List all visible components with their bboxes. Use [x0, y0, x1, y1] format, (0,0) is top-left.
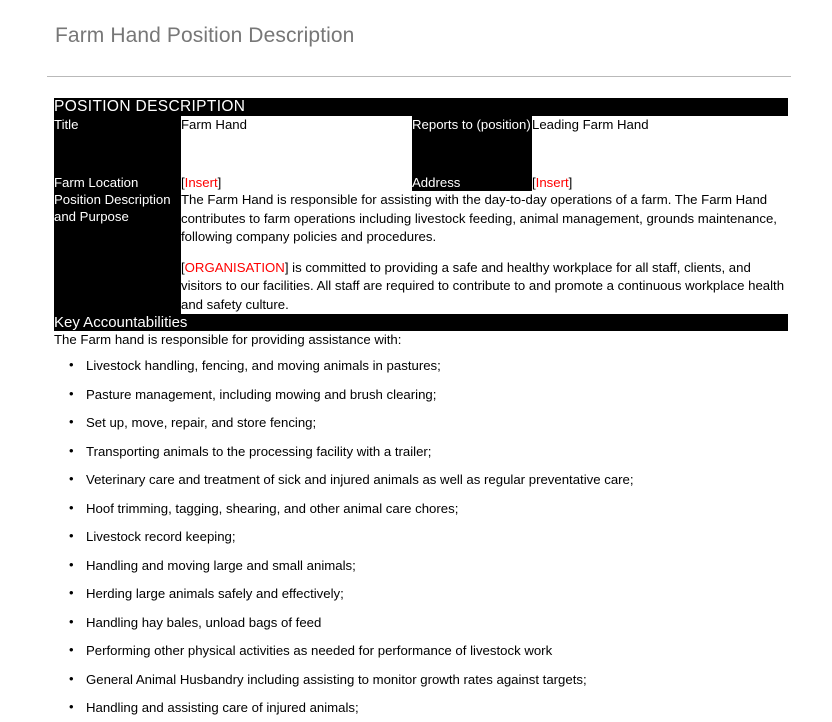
- title-label: Title: [54, 116, 181, 174]
- title-value[interactable]: Farm Hand: [181, 116, 412, 174]
- placeholder-organisation[interactable]: [ORGANISATION]: [181, 260, 288, 275]
- list-item: Set up, move, repair, and store fencing;: [69, 413, 788, 431]
- purpose-value[interactable]: The Farm Hand is responsible for assisti…: [181, 191, 788, 314]
- title-divider: [47, 76, 791, 77]
- list-item: Transporting animals to the processing f…: [69, 442, 788, 460]
- list-item: Handling and moving large and small anim…: [69, 556, 788, 574]
- list-item: Herding large animals safely and effecti…: [69, 584, 788, 602]
- page-title: Farm Hand Position Description: [55, 24, 355, 47]
- document-page: Farm Hand Position Description POSITION …: [0, 0, 832, 722]
- list-item: Performing other physical activities as …: [69, 641, 788, 659]
- list-item: Livestock record keeping;: [69, 527, 788, 545]
- address-value[interactable]: [Insert]: [532, 174, 788, 191]
- table-row: Farm Location [Insert] Address [Insert]: [54, 174, 788, 191]
- table-row: Position Description and Purpose The Far…: [54, 191, 788, 314]
- purpose-paragraph-1: The Farm Hand is responsible for assisti…: [181, 192, 777, 244]
- position-description-header: POSITION DESCRIPTION: [54, 98, 788, 116]
- list-item: General Animal Husbandry including assis…: [69, 670, 788, 688]
- accountabilities-body-row: The Farm hand is responsible for providi…: [54, 331, 788, 722]
- list-item: Pasture management, including mowing and…: [69, 385, 788, 403]
- list-item: Livestock handling, fencing, and moving …: [69, 356, 788, 374]
- reports-to-value[interactable]: Leading Farm Hand: [532, 116, 788, 174]
- accountabilities-list: Livestock handling, fencing, and moving …: [54, 356, 788, 716]
- reports-to-label: Reports to (position): [412, 116, 532, 174]
- list-item: Handling and assisting care of injured a…: [69, 698, 788, 716]
- key-accountabilities-header: Key Accountabilities: [54, 314, 788, 331]
- accountabilities-intro: The Farm hand is responsible for providi…: [54, 332, 402, 347]
- purpose-label: Position Description and Purpose: [54, 191, 181, 314]
- accountabilities-header-row: Key Accountabilities: [54, 314, 788, 331]
- list-item: Handling hay bales, unload bags of feed: [69, 613, 788, 631]
- position-description-table: POSITION DESCRIPTION Title Farm Hand Rep…: [54, 98, 788, 722]
- farm-location-value[interactable]: [Insert]: [181, 174, 412, 191]
- table-row: Title Farm Hand Reports to (position) Le…: [54, 116, 788, 174]
- list-item: Veterinary care and treatment of sick an…: [69, 470, 788, 488]
- address-label: Address: [412, 174, 532, 191]
- table-header-row: POSITION DESCRIPTION: [54, 98, 788, 116]
- placeholder-insert[interactable]: [Insert]: [181, 175, 221, 190]
- farm-location-label: Farm Location: [54, 174, 181, 191]
- purpose-paragraph-2: [ORGANISATION] is committed to providing…: [181, 259, 788, 315]
- list-item: Hoof trimming, tagging, shearing, and ot…: [69, 499, 788, 517]
- placeholder-insert[interactable]: [Insert]: [532, 175, 572, 190]
- accountabilities-body: The Farm hand is responsible for providi…: [54, 331, 788, 722]
